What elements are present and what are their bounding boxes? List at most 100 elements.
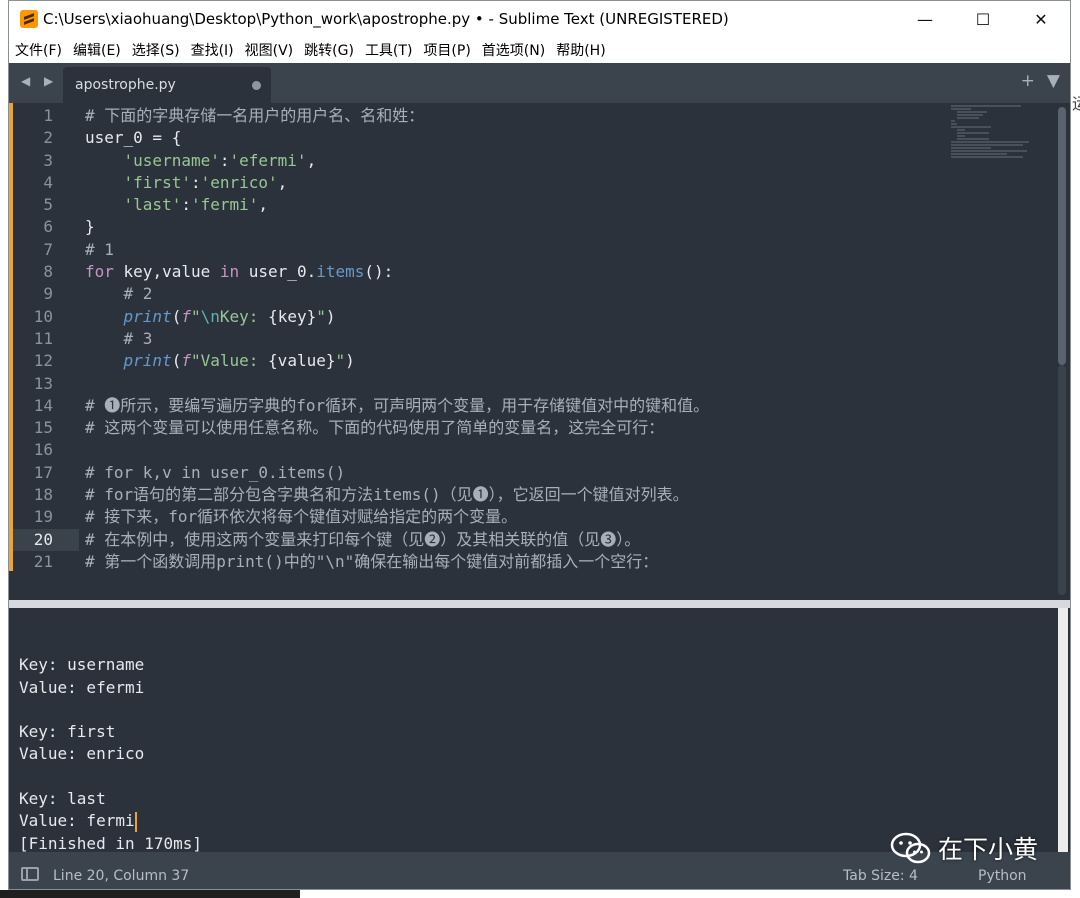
line-number: 4: [43, 172, 53, 192]
line-number: 21: [33, 551, 53, 571]
line-number-gutter: 1 2 3 4 5 6 7 8 9 10 11 12 13 14 15 16 1…: [13, 105, 79, 573]
token: user_0.: [239, 262, 317, 282]
code-line-2[interactable]: user_0 = {: [85, 127, 945, 149]
interp-token: {key}: [268, 306, 317, 326]
code-lines[interactable]: # 下面的字典存储一名用户的用户名、名和姓： user_0 = { 'usern…: [85, 105, 945, 573]
code-line-10[interactable]: print(f"\nKey: {key}"): [85, 306, 945, 328]
menu-tools[interactable]: 工具(T): [365, 40, 412, 60]
minimap-line: [951, 156, 1023, 158]
line-number: 15: [33, 418, 53, 438]
code-line-15[interactable]: # 这两个变量可以使用任意名称。下面的代码使用了简单的变量名，这完全可行：: [85, 417, 945, 439]
token: (: [171, 306, 182, 326]
code-line-1[interactable]: # 下面的字典存储一名用户的用户名、名和姓：: [85, 105, 945, 127]
code-line-19[interactable]: # 接下来，for循环依次将每个键值对赋给指定的两个变量。: [85, 506, 945, 528]
line-number: 18: [33, 485, 53, 505]
string-token: 'username': [123, 150, 220, 170]
code-line-6[interactable]: }: [85, 216, 945, 238]
panel-divider[interactable]: [9, 600, 1070, 608]
syntax-selector[interactable]: Python: [978, 868, 1027, 884]
code-line-5[interactable]: 'last':'fermi',: [85, 194, 945, 216]
minimap-line: [957, 114, 983, 116]
minimap-line: [957, 138, 989, 140]
minimap[interactable]: [951, 105, 1031, 161]
sidebar-toggle-icon[interactable]: [21, 867, 39, 881]
new-tab-icon[interactable]: +: [1021, 71, 1035, 91]
output-scrollbar[interactable]: [1058, 608, 1068, 852]
tab-label: apostrophe.py: [75, 77, 176, 93]
close-button[interactable]: ✕: [1012, 1, 1070, 37]
code-line-14[interactable]: # ❶所示，要编写遍历字典的for循环，可声明两个变量，用于存储键值对中的键和值…: [85, 395, 945, 417]
output-line: Value: efermi: [19, 677, 145, 697]
editor-scrollbar[interactable]: [1058, 107, 1066, 365]
code-line-3[interactable]: 'username':'efermi',: [85, 150, 945, 172]
tab-apostrophe-py[interactable]: apostrophe.py: [63, 67, 271, 103]
code-line-13[interactable]: [85, 373, 945, 395]
token: ,: [277, 172, 288, 192]
editor-scroll-track[interactable]: [1058, 365, 1066, 595]
line-number: 16: [33, 440, 53, 460]
text-cursor: [134, 811, 137, 832]
tab-dropdown-icon[interactable]: ▼: [1047, 71, 1060, 91]
code-line-11[interactable]: # 3: [85, 328, 945, 350]
code-line-4[interactable]: 'first':'enrico',: [85, 172, 945, 194]
token: :: [219, 150, 230, 170]
menu-find[interactable]: 查找(I): [191, 40, 234, 60]
cursor-position: Line 20, Column 37: [53, 868, 190, 884]
minimap-line: [951, 120, 955, 122]
line-number: 17: [33, 462, 53, 482]
minimap-line: [951, 108, 971, 110]
maximize-button[interactable]: ☐: [954, 1, 1012, 37]
code-line-20[interactable]: # 在本例中，使用这两个变量来打印每个键（见❷）及其相关联的值（见❸）。: [85, 529, 945, 551]
tab-nav-arrows-icon[interactable]: ◀ ▶: [21, 74, 58, 88]
sublime-logo-icon: [20, 10, 38, 28]
menu-preferences[interactable]: 首选项(N): [482, 40, 545, 60]
string-token: 'fermi': [190, 195, 259, 215]
taskbar-fragment: [0, 890, 300, 898]
fstring-prefix-token: f: [181, 351, 191, 371]
string-token: 'last': [123, 195, 182, 215]
menu-goto[interactable]: 跳转(G): [304, 40, 354, 60]
string-token: ": [335, 351, 346, 371]
code-line-9[interactable]: # 2: [85, 283, 945, 305]
string-token: 'efermi': [229, 150, 307, 170]
tab-size-selector[interactable]: Tab Size: 4: [843, 868, 918, 884]
code-editor[interactable]: 1 2 3 4 5 6 7 8 9 10 11 12 13 14 15 16 1…: [9, 103, 1070, 600]
code-line-21[interactable]: # 第一个函数调用print()中的"\n"确保在输出每个键值对前都插入一个空行…: [85, 551, 945, 573]
window-title: C:\Users\xiaohuang\Desktop\Python_work\a…: [43, 10, 729, 28]
code-line-8[interactable]: for key,value in user_0.items():: [85, 261, 945, 283]
token: user_0: [85, 128, 143, 148]
menu-help[interactable]: 帮助(H): [556, 40, 605, 60]
menu-project[interactable]: 项目(P): [423, 40, 470, 60]
line-number: 5: [43, 195, 53, 215]
watermark-text: 在下小黄: [938, 835, 1039, 864]
wechat-icon: [890, 832, 931, 864]
build-output-panel[interactable]: Key: username Value: efermi Key: first V…: [9, 608, 1070, 853]
menu-view[interactable]: 视图(V): [245, 40, 294, 60]
token: ): [325, 306, 336, 326]
minimize-button[interactable]: —: [896, 1, 954, 37]
minimap-line: [951, 123, 957, 125]
token: ():: [364, 262, 394, 282]
builtin-token: print: [123, 306, 172, 326]
code-line-7[interactable]: # 1: [85, 239, 945, 261]
method-token: items: [316, 262, 365, 282]
menu-file[interactable]: 文件(F): [15, 40, 62, 60]
code-line-16[interactable]: [85, 439, 945, 461]
line-number: 11: [33, 328, 53, 348]
line-number: 1: [43, 106, 53, 125]
code-line-18[interactable]: # for语句的第二部分包含字典名和方法items()（见❶），它返回一个键值对…: [85, 484, 945, 506]
menu-edit[interactable]: 编辑(E): [73, 40, 121, 60]
code-line-12[interactable]: print(f"Value: {value}"): [85, 350, 945, 372]
unsaved-dot-icon[interactable]: [252, 81, 261, 90]
string-token: ": [190, 306, 201, 326]
code-line-17[interactable]: # for k,v in user_0.items(): [85, 462, 945, 484]
menu-selection[interactable]: 选择(S): [132, 40, 180, 60]
token: (: [171, 351, 182, 371]
minimap-line: [951, 147, 991, 149]
minimap-line: [951, 150, 1027, 152]
